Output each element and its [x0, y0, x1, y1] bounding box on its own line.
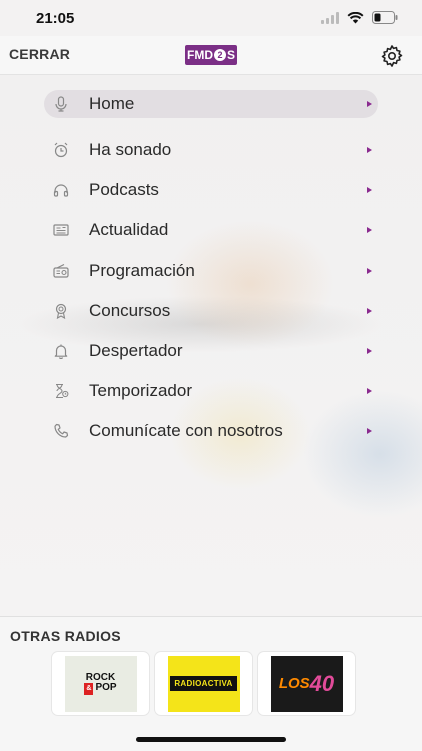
chevron-right-icon: [367, 187, 372, 194]
menu-item-label: Ha sonado: [89, 140, 172, 160]
status-icons: [321, 11, 398, 24]
radio-cards: ROCK & POP RADIOACTIVA LOS 40: [52, 652, 355, 715]
menu-item-label: Actualidad: [89, 220, 169, 240]
menu-item-programacion[interactable]: Programación: [44, 251, 378, 291]
side-menu: Home Ha sonado Podcasts Actualidad Progr…: [44, 90, 378, 452]
signal-icon: [321, 11, 339, 24]
station-card-radioactiva[interactable]: RADIOACTIVA: [155, 652, 252, 715]
microphone-icon: [52, 95, 70, 113]
menu-item-concursos[interactable]: Concursos: [44, 291, 378, 331]
chevron-right-icon: [367, 388, 372, 395]
chevron-right-icon: [367, 428, 372, 435]
chevron-right-icon: [367, 348, 372, 355]
menu-item-label: Concursos: [89, 300, 171, 320]
newspaper-icon: [52, 221, 70, 239]
award-icon: [52, 302, 70, 320]
logo-text-fm: FM: [186, 48, 205, 62]
menu-item-ha-sonado[interactable]: Ha sonado: [44, 130, 378, 170]
menu-item-temporizador[interactable]: Temporizador: [44, 371, 378, 411]
status-time: 21:05: [36, 10, 75, 27]
menu-item-label: Home: [89, 94, 135, 113]
hourglass-icon: [52, 382, 70, 400]
wifi-icon: [347, 11, 364, 23]
chevron-right-icon: [367, 101, 372, 107]
menu-item-label: Programación: [89, 260, 195, 280]
battery-icon: [372, 11, 398, 24]
rock-pop-logo-amp: &: [84, 682, 94, 695]
menu-item-label: Podcasts: [89, 180, 159, 200]
station-card-rock-pop[interactable]: ROCK & POP: [52, 652, 149, 715]
bell-icon: [52, 342, 70, 360]
radio-icon: [52, 262, 70, 280]
logo-text-d: D: [204, 48, 213, 62]
radioactiva-logo: RADIOACTIVA: [167, 655, 240, 712]
logo-text-2: 2: [213, 49, 226, 61]
menu-item-despertador[interactable]: Despertador: [44, 331, 378, 371]
logo-text-s: S: [226, 48, 235, 62]
other-radios-panel: OTRAS RADIOS ROCK & POP RADIOACTIVA LOS 40: [0, 616, 422, 751]
phone-icon: [52, 422, 70, 440]
headphones-icon: [52, 181, 70, 199]
home-indicator[interactable]: [136, 737, 286, 742]
menu-item-comunicate[interactable]: Comunícate con nosotros: [44, 411, 378, 451]
close-button[interactable]: CERRAR: [9, 46, 70, 62]
menu-item-label: Despertador: [89, 341, 183, 361]
alarm-clock-icon: [52, 141, 70, 159]
fmdos-logo: FM D 2 S: [185, 45, 237, 65]
menu-item-actualidad[interactable]: Actualidad: [44, 210, 378, 250]
menu-item-label: Temporizador: [89, 381, 192, 401]
chevron-right-icon: [367, 307, 372, 314]
rock-pop-logo: ROCK & POP: [64, 655, 137, 712]
los40-logo-text: LOS: [278, 675, 310, 692]
rock-pop-logo-line2: POP: [95, 681, 117, 693]
chevron-right-icon: [367, 227, 372, 234]
chevron-right-icon: [367, 147, 372, 154]
radioactiva-logo-text: RADIOACTIVA: [170, 676, 237, 691]
los40-logo: LOS 40: [270, 655, 343, 712]
status-bar: 21:05: [0, 0, 422, 36]
menu-item-podcasts[interactable]: Podcasts: [44, 170, 378, 210]
other-radios-title: OTRAS RADIOS: [10, 628, 121, 644]
menu-item-home[interactable]: Home: [44, 90, 378, 118]
menu-item-label: Comunícate con nosotros: [89, 421, 283, 441]
gear-icon[interactable]: [380, 44, 404, 68]
los40-logo-number: 40: [309, 670, 335, 696]
chevron-right-icon: [367, 267, 372, 274]
station-card-los40[interactable]: LOS 40: [258, 652, 355, 715]
top-header: CERRAR FM D 2 S: [0, 36, 422, 75]
